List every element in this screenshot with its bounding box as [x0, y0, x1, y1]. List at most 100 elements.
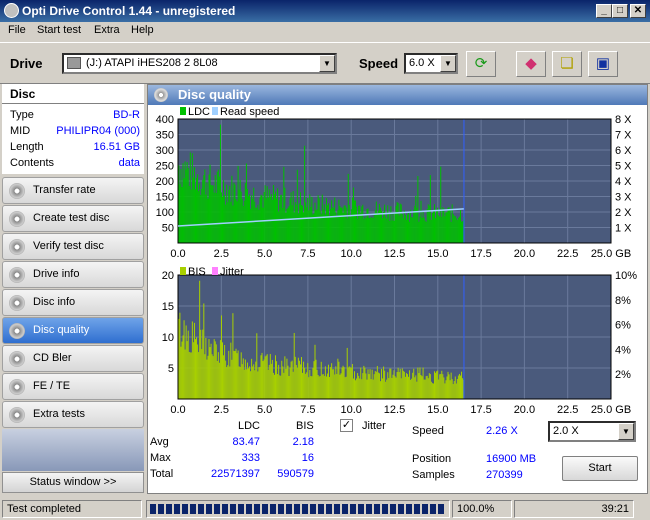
y-tick-label: 50	[162, 223, 174, 235]
legend-swatch	[212, 107, 218, 115]
chevron-down-icon[interactable]: ▼	[618, 423, 634, 440]
x-tick-label: 25.0 GB	[591, 404, 631, 415]
y2-tick-label: 5 X	[615, 161, 632, 173]
legend-label: LDC	[188, 106, 210, 118]
disc-contents-value: data	[118, 157, 140, 169]
max-bis-value: 16	[301, 452, 314, 464]
disc-length-value: 16.51 GB	[93, 141, 140, 153]
y2-tick-label: 3 X	[615, 192, 632, 204]
legend-label: Jitter	[220, 266, 244, 278]
legend-swatch	[180, 107, 186, 115]
minimize-button[interactable]: _	[596, 4, 612, 18]
status-window-button[interactable]: Status window >>	[2, 472, 144, 493]
y2-tick-label: 8%	[615, 295, 631, 307]
menu-extra[interactable]: Extra	[94, 24, 120, 36]
x-tick-label: 10.0	[340, 404, 361, 415]
nav-cd-bler[interactable]: CD Bler	[2, 345, 144, 372]
x-tick-label: 12.5	[384, 248, 405, 260]
disc-icon	[9, 379, 25, 395]
disc-header: Disc	[2, 84, 144, 104]
nav-fe-te[interactable]: FE / TE	[2, 373, 144, 400]
y2-tick-label: 6%	[615, 320, 631, 332]
disc-icon	[9, 211, 25, 227]
ldc-column-header: LDC	[238, 420, 261, 432]
y2-tick-label: 2 X	[615, 207, 632, 219]
disc-icon	[154, 88, 168, 102]
disc-quality-panel: Disc quality 400 350 300 250 200 150 100 50 8 X 7…	[147, 84, 648, 494]
copy-icon: ❏	[560, 55, 574, 72]
jitter-checkbox[interactable]: ✓	[340, 419, 353, 432]
y2-tick-label: 10%	[615, 270, 637, 282]
speed-value: 6.0 X	[409, 57, 435, 69]
copy-button[interactable]: ❏	[552, 51, 582, 77]
erase-button[interactable]: ◆	[516, 51, 546, 77]
elapsed-time: 39:21	[514, 500, 634, 518]
nav-verify-test-disc[interactable]: Verify test disc	[2, 233, 144, 260]
disc-type-value: BD-R	[113, 109, 140, 121]
nav-label: Verify test disc	[33, 240, 104, 252]
title-bar: Opti Drive Control 1.44 - unregistered _…	[0, 0, 650, 22]
total-ldc-value: 22571397	[211, 468, 260, 480]
x-tick-label: 22.5	[557, 248, 578, 260]
menu-help[interactable]: Help	[131, 24, 154, 36]
nav-label: FE / TE	[33, 380, 71, 392]
y-tick-label: 5	[168, 363, 174, 375]
nav-transfer-rate[interactable]: Transfer rate	[2, 177, 144, 204]
drive-select[interactable]: (J:) ATAPI iHES208 2 8L08 ▼	[62, 53, 337, 74]
disc-icon	[9, 407, 25, 423]
x-tick-label: 7.5	[300, 404, 315, 415]
nav-create-test-disc[interactable]: Create test disc	[2, 205, 144, 232]
x-tick-label: 7.5	[300, 248, 315, 260]
x-tick-label: 17.5	[470, 248, 491, 260]
y-tick-label: 350	[156, 130, 174, 142]
nav-disc-quality[interactable]: Disc quality	[2, 317, 144, 344]
menu-start-test[interactable]: Start test	[37, 24, 81, 36]
nav-label: Disc info	[33, 296, 76, 308]
x-tick-label: 10.0	[340, 248, 361, 260]
bis-chart: 20 15 10 5 10% 8% 6% 4% 2% 0.0 2.5 5.0 7.5 10.0 12.5 15…	[162, 266, 637, 415]
save-button[interactable]: ▣	[588, 51, 618, 77]
refresh-button[interactable]: ⟳	[466, 51, 496, 77]
x-tick-label: 2.5	[214, 248, 229, 260]
bis-column-header: BIS	[296, 420, 314, 432]
nav-disc-info[interactable]: Disc info	[2, 289, 144, 316]
menu-file[interactable]: File	[8, 24, 26, 36]
start-button[interactable]: Start	[562, 456, 638, 481]
samples-value: 270399	[486, 469, 523, 481]
chevron-down-icon[interactable]: ▼	[440, 55, 456, 72]
y2-tick-label: 6 X	[615, 145, 632, 157]
nav-drive-info[interactable]: Drive info	[2, 261, 144, 288]
disc-icon	[9, 239, 25, 255]
save-icon: ▣	[595, 55, 611, 72]
speed-stat-value: 2.26 X	[486, 425, 518, 437]
chevron-down-icon[interactable]: ▼	[319, 55, 335, 72]
y2-tick-label: 8 X	[615, 114, 632, 126]
y-tick-label: 150	[156, 192, 174, 204]
nav-label: Create test disc	[33, 212, 110, 224]
nav-extra-tests[interactable]: Extra tests	[2, 401, 144, 428]
disc-contents-label: Contents	[10, 157, 55, 169]
x-tick-label: 20.0	[514, 404, 535, 415]
x-tick-label: 2.5	[214, 404, 229, 415]
disc-info-table: Type BD-R MID PHILIPR04 (000) Length 16.…	[2, 104, 144, 174]
x-tick-label: 5.0	[257, 404, 272, 415]
ldc-chart: 400 350 300 250 200 150 100 50 8 X 7 X 6 X 5 X 4 X 3 …	[156, 106, 633, 260]
y2-tick-label: 4 X	[615, 176, 632, 188]
drive-label: Drive	[10, 56, 43, 71]
y-tick-label: 100	[156, 207, 174, 219]
close-button[interactable]: ✕	[630, 4, 646, 18]
test-speed-select[interactable]: 2.0 X ▼	[548, 421, 636, 442]
nav-label: CD Bler	[33, 352, 72, 364]
status-text: Test completed	[2, 500, 142, 518]
y2-tick-label: 1 X	[615, 223, 632, 235]
x-tick-label: 25.0 GB	[591, 248, 631, 260]
x-tick-label: 20.0	[514, 248, 535, 260]
panel-header: Disc quality	[148, 85, 647, 105]
y2-tick-label: 7 X	[615, 130, 632, 142]
x-tick-label: 0.0	[170, 404, 185, 415]
legend-label: BIS	[188, 266, 206, 278]
maximize-button[interactable]: □	[612, 4, 628, 18]
speed-select[interactable]: 6.0 X ▼	[404, 53, 458, 74]
y2-tick-label: 2%	[615, 369, 631, 381]
legend-swatch	[212, 267, 218, 275]
